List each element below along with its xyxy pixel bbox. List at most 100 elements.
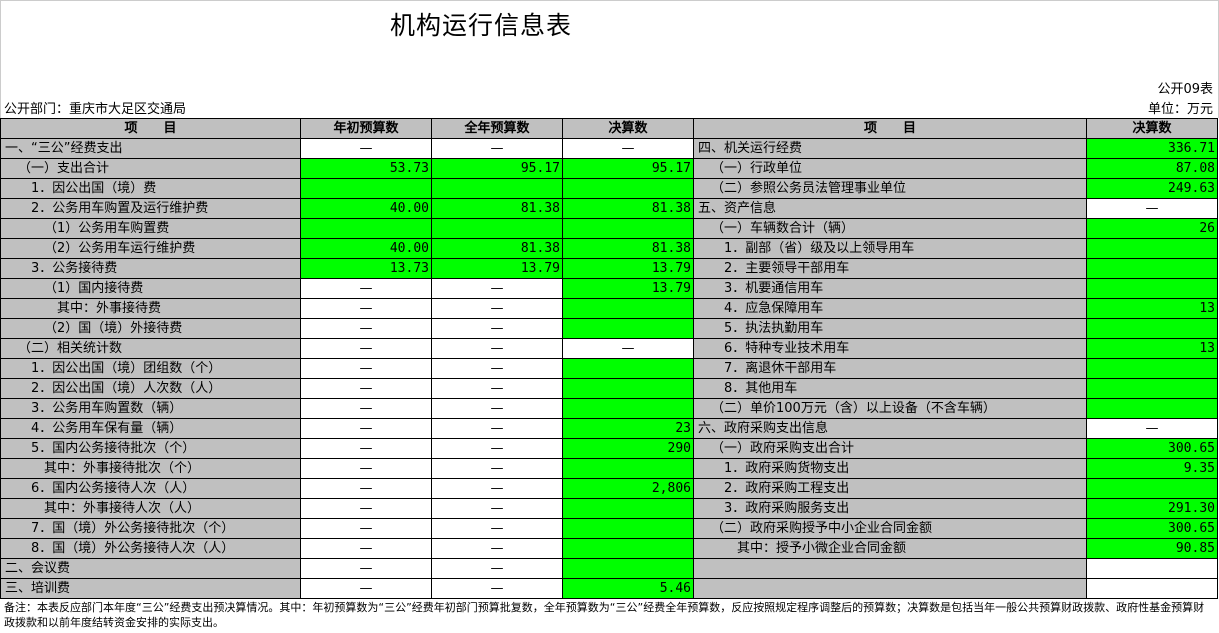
row-item-label-right: 5．执法执勤用车 (693, 318, 1087, 339)
row-value-c (562, 378, 694, 399)
table-row: （一）支出合计 53.73 95.17 95.17 （一）行政单位 87.08 (0, 158, 1218, 179)
table-row: （1）国内接待费 — —13.79 3．机要通信用车 (0, 278, 1218, 299)
row-value-b: — (431, 318, 563, 339)
row-item-label: （二）相关统计数 (0, 338, 301, 359)
table-row: 3．公务用车购置数（辆） — — （二）单价100万元（含）以上设备（不含车辆） (0, 398, 1218, 419)
row-value-final-right: 87.08 (1086, 158, 1218, 179)
row-item-label: 1．因公出国（境）团组数（个） (0, 358, 301, 379)
row-value-c: — (562, 138, 694, 159)
row-value-a: — (300, 358, 432, 379)
row-value-final-right (1086, 258, 1218, 279)
row-item-label-right: 6．特种专业技术用车 (693, 338, 1087, 359)
row-value-c (562, 218, 694, 239)
row-item-label: 3．公务用车购置数（辆） (0, 398, 301, 419)
row-value-b: — (431, 358, 563, 379)
table-row: 其中：外事接待人次（人） — —3．政府采购服务支出 291.30 (0, 498, 1218, 519)
row-item-label: 8．国（境）外公务接待人次（人） (0, 538, 301, 559)
row-value-c (562, 298, 694, 319)
row-item-label: 其中：外事接待批次（个） (0, 458, 301, 479)
row-value-c: 81.38 (562, 238, 694, 259)
table-row: 4．公务用车保有量（辆） — —23 六、政府采购支出信息 — (0, 418, 1218, 439)
table-row: 2．因公出国（境）人次数（人） — —8．其他用车 (0, 378, 1218, 399)
header-final-right: 决算数 (1086, 118, 1218, 139)
row-value-a: — (300, 578, 432, 599)
table-row: 其中：外事接待批次（个） — —1．政府采购货物支出 9.35 (0, 458, 1218, 479)
row-value-c (562, 318, 694, 339)
page-title: 机构运行信息表 (390, 11, 573, 40)
row-item-label-right: 8．其他用车 (693, 378, 1087, 399)
row-value-final-right: 249.63 (1086, 178, 1218, 199)
row-item-label: 其中：外事接待人次（人） (0, 498, 301, 519)
table-row: 5．国内公务接待批次（个） — —290 （一）政府采购支出合计 300.65 (0, 438, 1218, 459)
row-value-b: — (431, 418, 563, 439)
row-value-b: — (431, 578, 563, 599)
row-value-final-right: — (1086, 418, 1218, 439)
row-value-final-right: 13 (1086, 338, 1218, 359)
row-value-b: — (431, 338, 563, 359)
row-value-c (562, 538, 694, 559)
row-item-label: 4．公务用车保有量（辆） (0, 418, 301, 439)
department-label: 公开部门：重庆市大足区交通局 (4, 102, 187, 117)
row-value-b: — (431, 498, 563, 519)
row-value-a: — (300, 318, 432, 339)
row-value-c (562, 398, 694, 419)
row-value-final-right (1086, 558, 1218, 579)
row-value-a (300, 218, 432, 239)
row-item-label: 1．因公出国（境）费 (0, 178, 301, 199)
header-item: 项 目 (0, 118, 301, 139)
row-value-a: — (300, 478, 432, 499)
row-value-b: — (431, 278, 563, 299)
row-value-final-right: — (1086, 198, 1218, 219)
row-value-a: — (300, 538, 432, 559)
row-value-final-right (1086, 318, 1218, 339)
table-row: 6．国内公务接待人次（人） — —2,806 2．政府采购工程支出 (0, 478, 1218, 499)
row-value-final-right (1086, 358, 1218, 379)
row-value-final-right: 9.35 (1086, 458, 1218, 479)
table-row: 三、培训费 — —5.46 (0, 578, 1218, 599)
row-item-label: （2）公务用车运行维护费 (0, 238, 301, 259)
row-item-label-right: 其中：授予小微企业合同金额 (693, 538, 1087, 559)
row-value-a: 40.00 (300, 238, 432, 259)
row-item-label: 7．国（境）外公务接待批次（个） (0, 518, 301, 539)
row-value-b: 81.38 (431, 238, 563, 259)
row-value-c (562, 498, 694, 519)
row-value-a: — (300, 298, 432, 319)
row-value-final-right: 90.85 (1086, 538, 1218, 559)
row-item-label-right: （一）行政单位 (693, 158, 1087, 179)
row-value-c: 23 (562, 418, 694, 439)
row-value-a: 40.00 (300, 198, 432, 219)
row-value-final-right: 300.65 (1086, 518, 1218, 539)
table-row: 3．公务接待费 13.73 13.79 13.79 2．主要领导干部用车 (0, 258, 1218, 279)
row-value-a: — (300, 398, 432, 419)
row-value-b: — (431, 478, 563, 499)
row-item-label: 3．公务接待费 (0, 258, 301, 279)
table-header-row: 项 目 年初预算数 全年预算数 决算数 项 目 决算数 (0, 118, 1218, 139)
row-item-label-right: 7．离退休干部用车 (693, 358, 1087, 379)
row-item-label: 5．国内公务接待批次（个） (0, 438, 301, 459)
row-value-a: — (300, 418, 432, 439)
row-value-a: — (300, 498, 432, 519)
row-item-label-right: （一）政府采购支出合计 (693, 438, 1087, 459)
row-item-label-right: （二）参照公务员法管理事业单位 (693, 178, 1087, 199)
row-value-c: 2,806 (562, 478, 694, 499)
sheet-top-border (0, 0, 1219, 1)
row-value-final-right (1086, 578, 1218, 599)
table-row: （2）公务用车运行维护费 40.00 81.38 81.38 1．副部（省）级及以上领导… (0, 238, 1218, 259)
row-value-b: 95.17 (431, 158, 563, 179)
table-row: 一、“三公”经费支出 — — — 四、机关运行经费 336.71 (0, 138, 1218, 159)
row-item-label: 2．公务用车购置及运行维护费 (0, 198, 301, 219)
table-row: 1．因公出国（境）团组数（个） — —7．离退休干部用车 (0, 358, 1218, 379)
row-value-a: 13.73 (300, 258, 432, 279)
row-value-final-right (1086, 278, 1218, 299)
row-value-c (562, 558, 694, 579)
row-value-a (300, 178, 432, 199)
row-value-c (562, 358, 694, 379)
row-item-label-right: 3．机要通信用车 (693, 278, 1087, 299)
table-row: （1）公务用车购置费 （一）车辆数合计（辆） 26 (0, 218, 1218, 239)
row-item-label: 一、“三公”经费支出 (0, 138, 301, 159)
row-value-a: — (300, 378, 432, 399)
row-value-a: — (300, 458, 432, 479)
footnote: 备注：本表反应部门本年度“三公”经费支出预决算情况。其中：年初预算数为“三公”经… (4, 601, 1205, 629)
row-value-b: — (431, 438, 563, 459)
row-value-b: 13.79 (431, 258, 563, 279)
